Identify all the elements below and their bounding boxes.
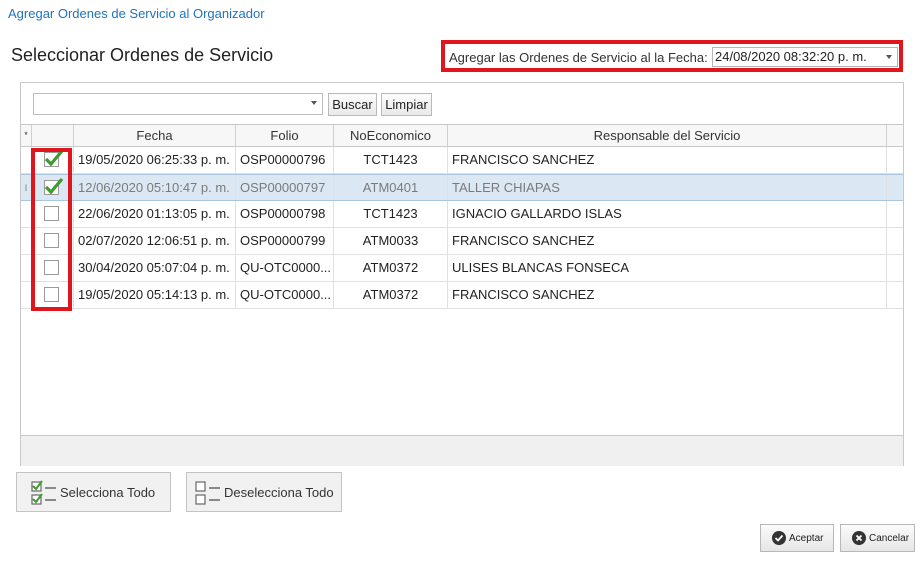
cell-folio: OSP00000797 [236,175,334,200]
date-highlight-box: Agregar las Ordenes de Servicio al la Fe… [441,40,903,72]
accept-button[interactable]: Aceptar [760,524,834,552]
clear-button[interactable]: Limpiar [381,93,432,116]
cancel-button[interactable]: Cancelar [840,524,915,552]
column-header-fecha[interactable]: Fecha [74,125,236,147]
cell-noeconomico: ATM0372 [334,255,448,281]
scrollbar-track[interactable] [887,201,903,227]
cell-fecha: 12/06/2020 05:10:47 p. m. [74,175,236,200]
cell-noeconomico: ATM0033 [334,228,448,254]
cell-folio: OSP00000798 [236,201,334,227]
cell-responsable: IGNACIO GALLARDO ISLAS [448,201,887,227]
checkbox-highlight-box [31,148,72,311]
cell-folio: QU-OTC0000... [236,282,334,308]
cell-responsable: TALLER CHIAPAS [448,175,887,200]
cell-fecha: 02/07/2020 12:06:51 p. m. [74,228,236,254]
search-button[interactable]: Buscar [328,93,377,116]
cell-responsable: FRANCISCO SANCHEZ [448,147,887,173]
chevron-down-icon[interactable] [886,55,892,59]
scrollbar-track[interactable] [887,255,903,281]
table-row[interactable]: 30/04/2020 05:07:04 p. m. QU-OTC0000... AT… [21,255,903,282]
check-circle-icon [772,531,786,545]
grid-footer [21,435,903,466]
table-row[interactable]: 19/05/2020 05:14:13 p. m. QU-OTC0000... AT… [21,282,903,309]
select-all-label: Selecciona Todo [60,485,156,500]
table-row[interactable]: 22/06/2020 01:13:05 p. m. OSP00000798 TCT1… [21,201,903,228]
orders-panel: Buscar Limpiar * Fecha Folio NoEconomico… [20,82,904,466]
column-header-folio[interactable]: Folio [236,125,334,147]
date-label: Agregar las Ordenes de Servicio al la Fe… [449,50,708,65]
deselect-all-icon [195,481,220,505]
column-header-responsable[interactable]: Responsable del Servicio [448,125,887,147]
select-all-icon [31,480,56,505]
scrollbar-header [887,125,903,147]
cell-noeconomico: ATM0401 [334,175,448,200]
section-title: Seleccionar Ordenes de Servicio [11,45,274,65]
table-row[interactable]: 02/07/2020 12:06:51 p. m. OSP00000799 ATM0… [21,228,903,255]
cell-fecha: 19/05/2020 05:14:13 p. m. [74,282,236,308]
cell-folio: OSP00000799 [236,228,334,254]
cancel-label: Cancelar [869,533,910,544]
cell-fecha: 22/06/2020 01:13:05 p. m. [74,201,236,227]
table-row[interactable]: 19/05/2020 06:25:33 p. m. OSP00000796 TCT1… [21,147,903,174]
check-column-header[interactable] [32,125,74,147]
close-circle-icon [852,531,866,545]
orders-grid: * Fecha Folio NoEconomico Responsable de… [21,124,903,351]
cell-fecha: 30/04/2020 05:07:04 p. m. [74,255,236,281]
cell-fecha: 19/05/2020 06:25:33 p. m. [74,147,236,173]
table-row[interactable]: I 12/06/2020 05:10:47 p. m. OSP00000797 ATM… [21,174,903,201]
cell-folio: QU-OTC0000... [236,255,334,281]
scrollbar-track[interactable] [887,228,903,254]
deselect-all-button[interactable]: Deselecciona Todo [186,472,342,512]
cell-noeconomico: TCT1423 [334,147,448,173]
scrollbar-track[interactable] [887,282,903,308]
chevron-down-icon[interactable] [311,101,317,105]
cell-responsable: FRANCISCO SANCHEZ [448,228,887,254]
scrollbar-track[interactable] [887,175,903,200]
cell-noeconomico: ATM0372 [334,282,448,308]
cell-noeconomico: TCT1423 [334,201,448,227]
filter-combobox[interactable] [33,93,323,115]
scrollbar-track[interactable] [887,147,903,173]
cell-responsable: FRANCISCO SANCHEZ [448,282,887,308]
cell-folio: OSP00000796 [236,147,334,173]
select-all-button[interactable]: Selecciona Todo [16,472,171,512]
window-title: Agregar Ordenes de Servicio al Organizad… [8,6,265,21]
indicator-header: * [21,125,32,147]
date-picker[interactable]: 24/08/2020 08:32:20 p. m. [712,47,898,67]
accept-label: Aceptar [789,533,824,544]
deselect-all-label: Deselecciona Todo [224,485,334,500]
column-header-noeconomico[interactable]: NoEconomico [334,125,448,147]
cell-responsable: ULISES BLANCAS FONSECA [448,255,887,281]
date-value: 24/08/2020 08:32:20 p. m. [715,49,867,64]
